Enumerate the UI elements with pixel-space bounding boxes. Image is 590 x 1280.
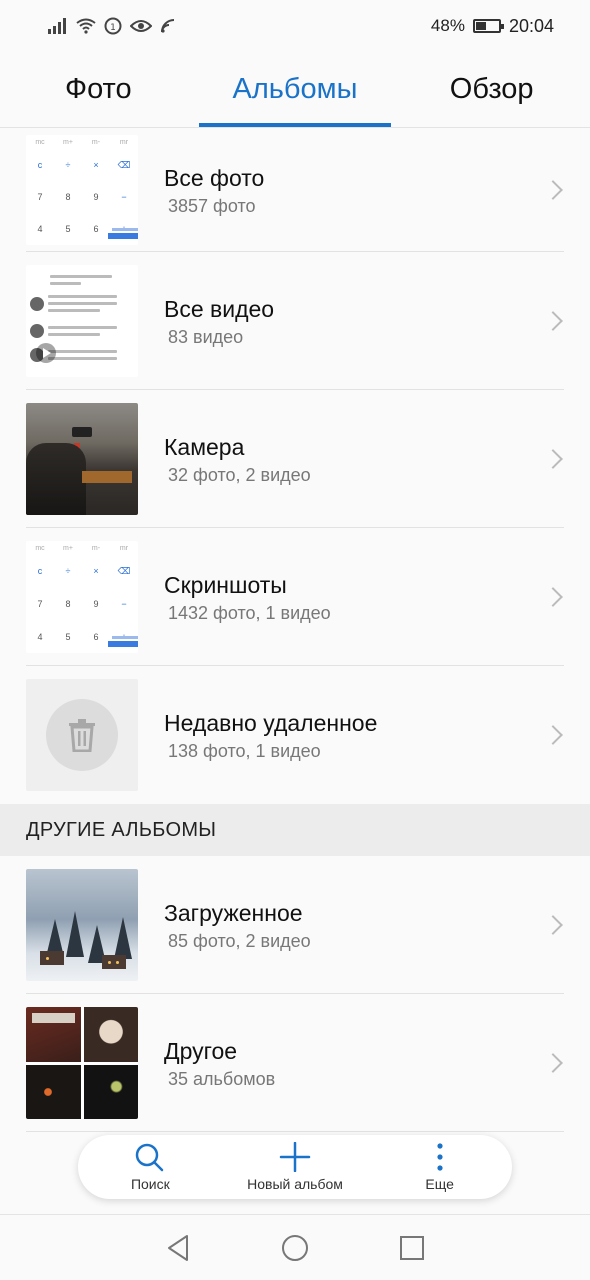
album-row-other[interactable]: Другое 35 альбомов (0, 994, 590, 1132)
more-button[interactable]: Еще (367, 1135, 512, 1199)
search-button[interactable]: Поиск (78, 1135, 223, 1199)
status-bar: 1 48% 20:04 (0, 0, 590, 52)
plus-icon (279, 1142, 311, 1172)
album-thumbnail-all-videos (26, 265, 138, 377)
album-title: Все видео (164, 295, 275, 322)
album-count: 1432 фото, 1 видео (168, 602, 331, 623)
tab-bar: Фото Альбомы Обзор (0, 52, 590, 128)
album-title: Все фото (164, 164, 265, 191)
tab-overview[interactable]: Обзор (393, 52, 590, 127)
album-row-all-photos[interactable]: mcm+m-mr c÷×⌫ 789− 456+ Все фото 3857 фо… (0, 128, 590, 252)
signal-icon (48, 18, 66, 34)
divider (26, 1131, 564, 1132)
section-header-other-albums: ДРУГИЕ АЛЬБОМЫ (0, 804, 590, 856)
recents-icon[interactable] (399, 1235, 425, 1261)
album-list: mcm+m-mr c÷×⌫ 789− 456+ Все фото 3857 фо… (0, 128, 590, 1132)
home-icon[interactable] (281, 1234, 309, 1262)
album-count: 85 фото, 2 видео (168, 930, 311, 951)
album-row-downloaded[interactable]: Загруженное 85 фото, 2 видео (0, 856, 590, 994)
status-icons-right: 48% 20:04 (431, 16, 554, 37)
album-row-screenshots[interactable]: mcm+m-mr c÷×⌫ 789− 456+ Скриншоты 1432 ф… (0, 528, 590, 666)
trash-icon (69, 719, 95, 752)
album-count: 35 альбомов (168, 1068, 276, 1089)
tab-photos[interactable]: Фото (0, 52, 197, 127)
album-thumbnail-recently-deleted (26, 679, 138, 791)
bottom-toolbar: Поиск Новый альбом Еще (78, 1135, 512, 1199)
new-album-label: Новый альбом (247, 1176, 343, 1192)
search-icon (136, 1143, 164, 1172)
album-count: 138 фото, 1 видео (168, 740, 321, 761)
battery-icon (472, 19, 504, 33)
album-thumbnail-other (26, 1007, 138, 1119)
eye-comfort-icon (130, 20, 152, 32)
album-row-camera[interactable]: Камера 32 фото, 2 видео (0, 390, 590, 528)
battery-percent: 48% (430, 16, 465, 35)
tab-albums[interactable]: Альбомы (197, 52, 394, 127)
nfc-icon (161, 19, 175, 33)
play-icon (36, 343, 56, 363)
album-count: 32 фото, 2 видео (168, 464, 311, 485)
album-title: Скриншоты (164, 571, 287, 598)
album-title: Загруженное (164, 899, 303, 926)
album-count: 83 видео (168, 326, 244, 347)
svg-text:1: 1 (110, 23, 116, 33)
more-label: Еще (425, 1176, 454, 1192)
album-thumbnail-camera (26, 403, 138, 515)
album-thumbnail-all-photos: mcm+m-mr c÷×⌫ 789− 456+ (26, 135, 138, 245)
status-icons-left: 1 (48, 17, 176, 35)
more-vertical-icon (437, 1143, 443, 1171)
search-label: Поиск (130, 1176, 170, 1192)
album-title: Недавно удаленное (164, 709, 378, 736)
album-title: Камера (164, 433, 245, 460)
wifi-icon (76, 18, 96, 34)
album-row-recently-deleted[interactable]: Недавно удаленное 138 фото, 1 видео (0, 666, 590, 804)
album-title: Другое (164, 1037, 238, 1064)
album-row-all-videos[interactable]: Все видео 83 видео (0, 252, 590, 390)
back-icon[interactable] (165, 1234, 191, 1262)
new-album-button[interactable]: Новый альбом (223, 1135, 368, 1199)
album-thumbnail-screenshots: mcm+m-mr c÷×⌫ 789− 456+ (26, 541, 138, 653)
album-thumbnail-downloaded (26, 869, 138, 981)
clock: 20:04 (508, 15, 554, 36)
system-nav-bar (0, 1214, 590, 1280)
data-saver-icon: 1 (104, 17, 122, 35)
album-count: 3857 фото (168, 195, 256, 216)
